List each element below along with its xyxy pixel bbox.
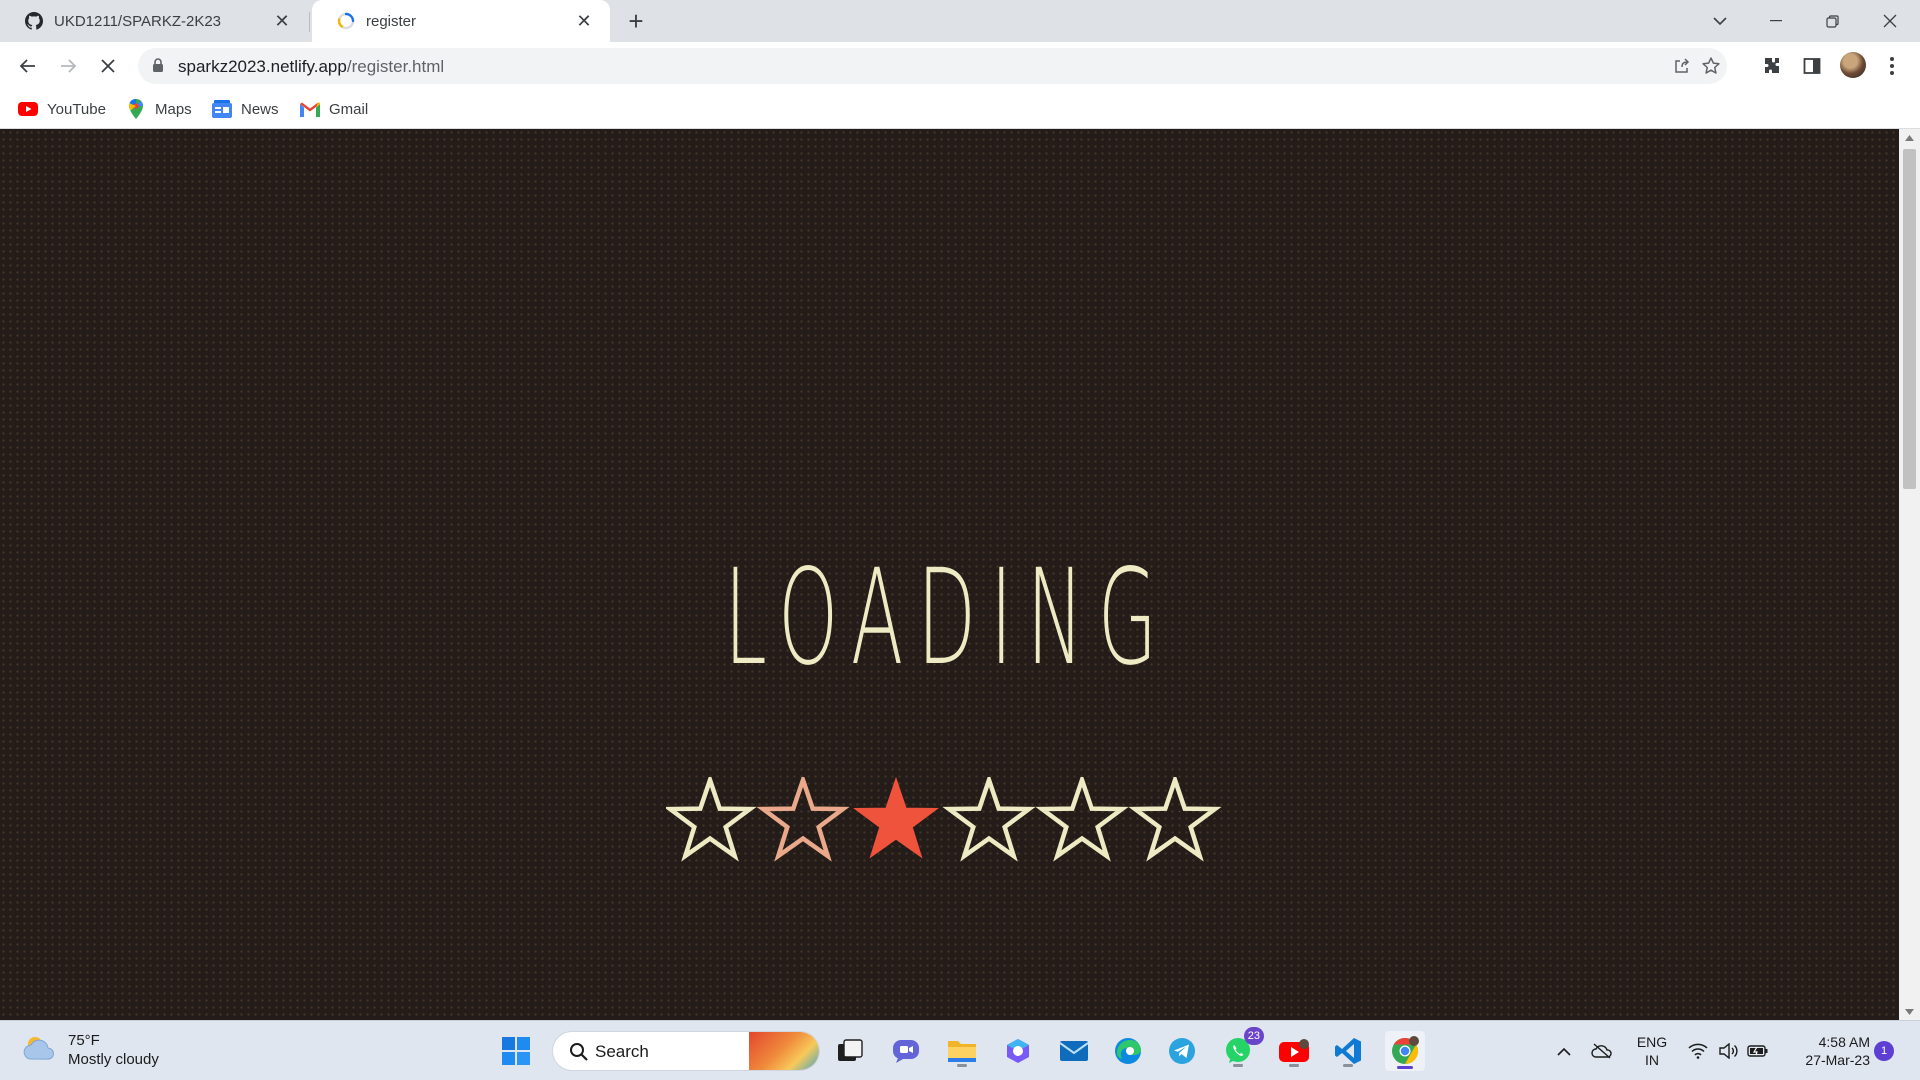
star-active (853, 777, 939, 859)
star-outline (1128, 777, 1222, 862)
weather-description: Mostly cloudy (68, 1051, 159, 1068)
whatsapp-icon[interactable]: 23 (1220, 1027, 1264, 1069)
active-window-indicator (1397, 1066, 1413, 1069)
bookmark-gmail[interactable]: Gmail (300, 97, 368, 121)
url-path: /register.html (346, 57, 445, 76)
new-tab-button[interactable]: + (622, 8, 650, 36)
chevron-up-icon[interactable] (1552, 1039, 1576, 1063)
copilot-app-icon[interactable] (1000, 1033, 1036, 1069)
bookmarks-bar: YouTube Maps News Gmail (0, 89, 1920, 129)
battery-charging-icon[interactable] (1746, 1039, 1770, 1063)
star-outline (1035, 777, 1129, 862)
whatsapp-unread-badge: 23 (1243, 1027, 1264, 1045)
star-outline (756, 777, 850, 862)
extensions-icon[interactable] (1758, 52, 1786, 80)
taskbar-search[interactable]: Search (552, 1031, 820, 1071)
lock-icon[interactable] (152, 58, 164, 78)
notification-badge[interactable]: 1 (1874, 1041, 1894, 1061)
start-button[interactable] (498, 1033, 534, 1069)
search-icon (569, 1042, 589, 1067)
address-bar[interactable]: sparkz2023.netlify.app/register.html (138, 48, 1727, 84)
weather-widget[interactable]: 75°F Mostly cloudy (22, 1031, 159, 1069)
tab-title: register (366, 12, 417, 30)
tab-search-chevron-icon[interactable] (1692, 0, 1748, 42)
bookmark-star-icon[interactable] (1699, 54, 1723, 78)
clock-time: 4:58 AM (1818, 1034, 1870, 1050)
forward-button[interactable] (52, 50, 84, 82)
language-region: IN (1645, 1052, 1659, 1068)
profile-avatar[interactable] (1840, 52, 1866, 78)
scroll-up-arrow[interactable] (1899, 129, 1920, 146)
loading-text: LOADING (724, 541, 1172, 695)
scrollbar-thumb[interactable] (1903, 149, 1916, 489)
close-tab-icon[interactable]: ✕ (270, 9, 294, 33)
running-indicator (1343, 1064, 1353, 1067)
github-icon (24, 11, 44, 31)
weather-text: 75°F Mostly cloudy (68, 1031, 159, 1069)
telegram-icon[interactable] (1164, 1033, 1200, 1069)
edge-browser-icon[interactable] (1110, 1033, 1146, 1069)
teams-chat-icon[interactable] (888, 1033, 924, 1069)
clock-date: 27-Mar-23 (1805, 1052, 1870, 1068)
kebab-menu-icon[interactable] (1878, 52, 1906, 80)
bookmark-youtube[interactable]: YouTube (18, 97, 106, 121)
running-indicator (1233, 1064, 1243, 1067)
volume-icon[interactable] (1716, 1039, 1740, 1063)
youtube-icon (18, 99, 38, 119)
tab-divider (309, 12, 310, 32)
youtube-app-icon[interactable] (1276, 1033, 1312, 1069)
page-viewport: LOADING (0, 129, 1899, 1020)
cloudy-weather-icon (22, 1033, 56, 1068)
browser-toolbar: sparkz2023.netlify.app/register.html (0, 42, 1920, 89)
input-language[interactable]: ENG IN (1634, 1033, 1670, 1069)
search-highlight-image (749, 1032, 819, 1070)
weather-temperature: 75°F (68, 1032, 100, 1049)
close-tab-icon[interactable]: ✕ (572, 9, 596, 33)
language-code: ENG (1636, 1034, 1668, 1050)
mail-icon[interactable] (1056, 1033, 1092, 1069)
close-window-button[interactable] (1862, 0, 1918, 42)
news-icon (212, 99, 232, 119)
bookmark-maps[interactable]: Maps (126, 97, 192, 121)
scroll-down-arrow[interactable] (1899, 1003, 1920, 1020)
page-scrollbar[interactable] (1899, 129, 1920, 1020)
bookmark-label: YouTube (47, 100, 106, 118)
running-indicator (957, 1064, 967, 1067)
back-button[interactable] (12, 50, 44, 82)
search-label: Search (595, 1042, 649, 1061)
tab-github[interactable]: UKD1211/SPARKZ-2K23 ✕ (0, 0, 308, 42)
minimize-button[interactable] (1748, 0, 1804, 42)
maps-icon (126, 99, 146, 119)
stop-loading-button[interactable] (92, 50, 124, 82)
tab-register[interactable]: register ✕ (312, 0, 610, 42)
url-host: sparkz2023.netlify.app (178, 57, 347, 76)
side-panel-icon[interactable] (1798, 52, 1826, 80)
bookmark-label: News (241, 100, 279, 118)
onedrive-offline-icon[interactable] (1590, 1039, 1614, 1063)
system-clock[interactable]: 4:58 AM 27-Mar-23 (1780, 1033, 1870, 1069)
windows-taskbar: 75°F Mostly cloudy Search 23 ENG IN 4:58… (0, 1020, 1920, 1080)
url-text: sparkz2023.netlify.app/register.html (178, 57, 444, 77)
bookmark-label: Gmail (329, 100, 369, 118)
loading-stars (666, 777, 1222, 862)
tab-strip: UKD1211/SPARKZ-2K23 ✕ register ✕ + (0, 0, 1920, 42)
share-icon[interactable] (1670, 54, 1694, 78)
running-indicator (1289, 1064, 1299, 1067)
tab-title: UKD1211/SPARKZ-2K23 (54, 12, 222, 30)
vscode-icon[interactable] (1330, 1033, 1366, 1069)
star-outline (666, 777, 757, 862)
task-view-icon[interactable] (832, 1033, 868, 1069)
gmail-icon (300, 99, 320, 119)
restore-button[interactable] (1804, 0, 1860, 42)
bookmark-label: Maps (155, 100, 192, 118)
file-explorer-icon[interactable] (944, 1033, 980, 1069)
chrome-icon[interactable] (1385, 1031, 1425, 1071)
loading-spinner-icon (336, 11, 356, 31)
bookmark-news[interactable]: News (212, 97, 279, 121)
star-outline (942, 777, 1036, 862)
wifi-icon[interactable] (1686, 1039, 1710, 1063)
